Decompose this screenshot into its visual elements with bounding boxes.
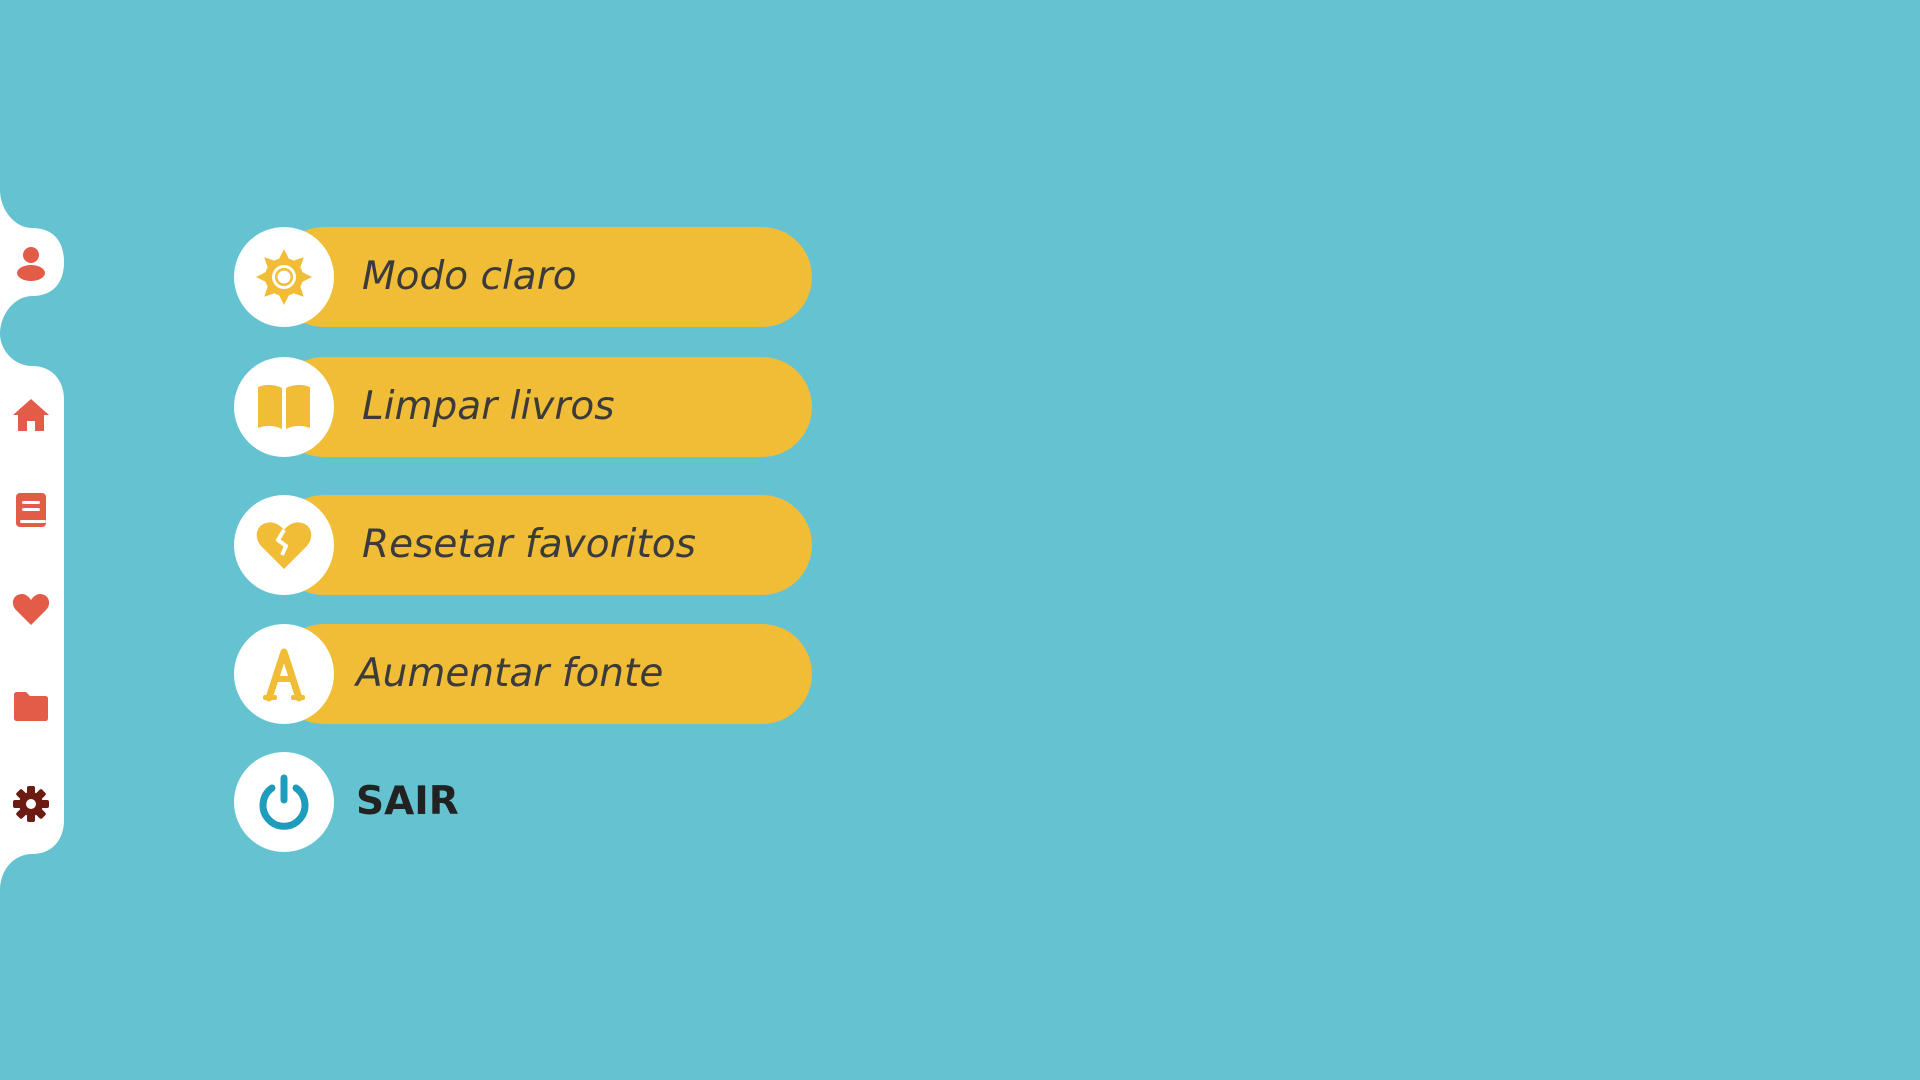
folder-icon [14, 692, 48, 721]
button-label: Limpar livros [362, 384, 615, 429]
sidebar-item-home[interactable] [8, 392, 54, 438]
open-book-icon [258, 384, 310, 429]
settings-screen: Modo claro Limpar livros Resetar favorit… [0, 0, 1920, 1080]
user-icon [17, 247, 45, 281]
icon-circle [234, 624, 334, 724]
sidebar-item-folders[interactable] [8, 683, 54, 729]
button-label: Modo claro [362, 254, 577, 299]
sidebar-item-favorites[interactable] [8, 586, 54, 632]
reset-favorites-button[interactable]: Resetar favoritos [234, 495, 812, 595]
home-icon [13, 399, 49, 431]
clear-books-button[interactable]: Limpar livros [234, 357, 812, 457]
icon-circle [234, 752, 334, 852]
heart-icon [12, 594, 50, 625]
power-icon [259, 774, 309, 830]
icon-circle [234, 495, 334, 595]
font-a-icon [263, 648, 305, 702]
sidebar-item-profile[interactable] [8, 240, 54, 286]
button-label: Aumentar fonte [356, 651, 664, 696]
sidebar-item-books[interactable] [8, 487, 54, 533]
sun-icon [256, 249, 312, 305]
icon-circle [234, 357, 334, 457]
gear-icon [13, 786, 49, 822]
broken-heart-icon [256, 522, 312, 569]
light-mode-button[interactable]: Modo claro [234, 227, 812, 327]
logout-button[interactable]: SAIR [234, 752, 494, 852]
logout-label: SAIR [356, 779, 459, 824]
button-label: Resetar favoritos [362, 522, 696, 567]
icon-circle [234, 227, 334, 327]
book-icon [16, 493, 46, 527]
increase-font-button[interactable]: Aumentar fonte [234, 624, 812, 724]
sidebar-item-settings[interactable] [8, 781, 54, 827]
